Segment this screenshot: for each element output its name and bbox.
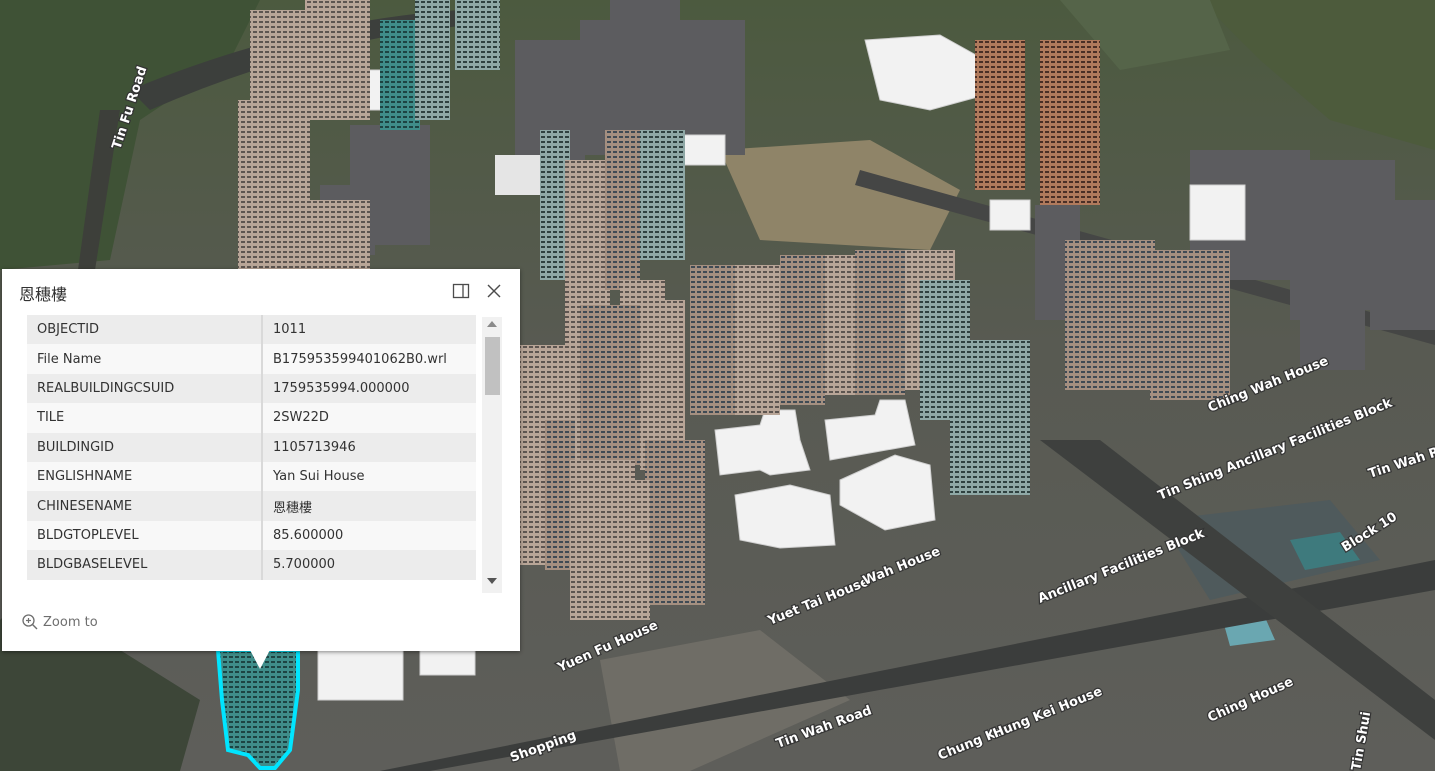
attribute-key: BLDGTOPLEVEL: [27, 520, 263, 551]
attribute-value: Yan Sui House: [262, 461, 476, 492]
attribute-table-container[interactable]: OBJECTID 1011 File Name B175953599401062B0.…: [27, 315, 476, 593]
attribute-table: OBJECTID 1011 File Name B175953599401062B0.…: [27, 315, 476, 580]
attribute-key: CHINESENAME: [27, 491, 263, 521]
attribute-key: BUILDINGID: [27, 432, 263, 462]
attribute-key: BLDGBASELEVEL: [27, 550, 263, 580]
attribute-row: BLDGBASELEVEL 5.700000: [27, 550, 476, 580]
attribute-key: REALBUILDINGCSUID: [27, 373, 263, 404]
attribute-key: TILE: [27, 403, 263, 433]
scroll-down-arrow[interactable]: [487, 578, 497, 584]
zoom-to-label: Zoom to: [43, 614, 98, 630]
attribute-value: 1759535994.000000: [262, 373, 476, 404]
attribute-value: 85.600000: [262, 520, 476, 551]
attribute-row: BLDGTOPLEVEL 85.600000: [27, 520, 476, 551]
attribute-value: 5.700000: [262, 550, 476, 580]
popup-pointer: [250, 650, 270, 669]
popup-title: 恩穗樓: [19, 285, 68, 304]
attribute-row: REALBUILDINGCSUID 1759535994.000000: [27, 373, 476, 404]
popup-header: 恩穗樓: [2, 269, 520, 313]
attribute-value: 2SW22D: [262, 403, 476, 433]
zoom-in-icon: [22, 614, 38, 630]
attribute-row: CHINESENAME 恩穗樓: [27, 491, 476, 521]
attribute-key: OBJECTID: [27, 315, 263, 345]
attribute-value: B175953599401062B0.wrl: [262, 344, 476, 374]
attribute-value: 1011: [262, 315, 476, 345]
dock-icon: [452, 283, 470, 299]
attribute-row: OBJECTID 1011: [27, 315, 476, 345]
attribute-row: File Name B175953599401062B0.wrl: [27, 344, 476, 374]
attribute-value: 1105713946: [262, 432, 476, 462]
close-icon: [487, 284, 501, 298]
attribute-key: File Name: [27, 344, 263, 374]
attribute-row: TILE 2SW22D: [27, 403, 476, 433]
close-button[interactable]: [485, 282, 503, 300]
attribute-value: 恩穗樓: [262, 491, 476, 521]
dock-button[interactable]: [452, 282, 470, 300]
zoom-to-action[interactable]: Zoom to: [21, 612, 98, 632]
attribute-scrollbar[interactable]: [482, 317, 502, 593]
attribute-row: ENGLISHNAME Yan Sui House: [27, 461, 476, 492]
attribute-row: BUILDINGID 1105713946: [27, 432, 476, 462]
scroll-up-arrow[interactable]: [487, 321, 497, 327]
feature-popup: 恩穗樓 OBJECTID 1011 File Name B17595359940106…: [2, 269, 520, 651]
attribute-key: ENGLISHNAME: [27, 461, 263, 492]
scroll-thumb[interactable]: [485, 337, 500, 395]
